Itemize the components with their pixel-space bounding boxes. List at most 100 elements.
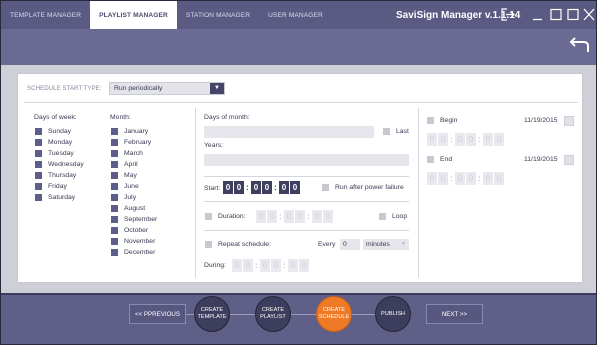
- checkbox-sunday[interactable]: Sunday: [35, 128, 71, 135]
- previous-button[interactable]: << PPREVIOUS: [129, 304, 186, 324]
- close-icon[interactable]: [583, 8, 595, 21]
- duration-second-digit-2[interactable]: 0: [323, 210, 333, 223]
- begin-second-digit-2[interactable]: 0: [494, 133, 504, 146]
- every-unit-select[interactable]: minutes ▼: [363, 239, 409, 250]
- checkbox-icon: [205, 241, 212, 248]
- start-second-digit-1[interactable]: 0: [279, 181, 289, 194]
- during-minute-digit-1[interactable]: 0: [260, 259, 270, 272]
- checkbox-monday[interactable]: Monday: [35, 139, 72, 146]
- start-hour-digit-2[interactable]: 0: [234, 181, 244, 194]
- maximize-icon[interactable]: [550, 8, 562, 21]
- step-create-schedule[interactable]: CREATE SCHEDULE: [316, 296, 352, 332]
- exit-icon[interactable]: [501, 8, 515, 21]
- during-hour-digit-1[interactable]: 0: [232, 259, 242, 272]
- start-second-digit-2[interactable]: 0: [290, 181, 300, 194]
- end-minute-digit-1[interactable]: 0: [455, 172, 465, 185]
- days-of-month-input[interactable]: [204, 126, 374, 138]
- checkbox-icon: [111, 183, 118, 190]
- checkbox-august[interactable]: August: [111, 205, 145, 212]
- schedule-start-type-select[interactable]: Run periodically ▼: [109, 82, 225, 95]
- checkbox-icon: [35, 161, 42, 168]
- checkbox-february[interactable]: February: [111, 139, 151, 146]
- checkbox-saturday[interactable]: Saturday: [35, 194, 75, 201]
- calendar-icon[interactable]: [564, 116, 574, 126]
- checkbox-run-after-power-failure[interactable]: Run after power failure: [322, 184, 404, 191]
- tab-user-manager[interactable]: USER MANAGER: [259, 1, 332, 29]
- maximize-icon-secondary[interactable]: [567, 8, 579, 21]
- checkbox-january[interactable]: January: [111, 128, 148, 135]
- checkbox-loop[interactable]: Loop: [379, 213, 407, 220]
- checkbox-label: October: [124, 227, 149, 234]
- step-create-template[interactable]: CREATE TEMPLATE: [194, 296, 230, 332]
- end-second-digit-1[interactable]: 0: [483, 172, 493, 185]
- checkbox-september[interactable]: September: [111, 216, 157, 223]
- schedule-start-type-label: SCHEDULE START TYPE:: [27, 85, 102, 92]
- duration-hour-digit-2[interactable]: 0: [267, 210, 277, 223]
- begin-hour-digit-2[interactable]: 0: [438, 133, 448, 146]
- checkbox-icon: [427, 117, 434, 124]
- end-second-digit-2[interactable]: 0: [494, 172, 504, 185]
- checkbox-last[interactable]: Last: [383, 128, 409, 135]
- end-minute-digit-2[interactable]: 0: [466, 172, 476, 185]
- checkbox-april[interactable]: April: [111, 161, 138, 168]
- checkbox-end[interactable]: End: [427, 156, 452, 163]
- checkbox-november[interactable]: November: [111, 238, 155, 245]
- checkbox-tuesday[interactable]: Tuesday: [35, 150, 74, 157]
- checkbox-label: February: [124, 139, 152, 146]
- duration-hour-digit-1[interactable]: 0: [256, 210, 266, 223]
- back-arrow-icon[interactable]: [568, 35, 590, 55]
- duration-minute-digit-2[interactable]: 0: [295, 210, 305, 223]
- every-input[interactable]: 0: [340, 239, 360, 250]
- tab-station-manager[interactable]: STATION MANAGER: [177, 1, 259, 29]
- duration-minute-digit-1[interactable]: 0: [284, 210, 294, 223]
- begin-minute-digit-1[interactable]: 0: [455, 133, 465, 146]
- checkbox-duration[interactable]: Duration:: [205, 213, 246, 220]
- end-hour-digit-1[interactable]: 0: [427, 172, 437, 185]
- start-minute-digit-2[interactable]: 0: [262, 181, 272, 194]
- checkbox-wednesday[interactable]: Wednesday: [35, 161, 84, 168]
- step-create-playlist[interactable]: CREATE PLAYLIST: [255, 296, 291, 332]
- during-second-digit-2[interactable]: 0: [299, 259, 309, 272]
- end-hour-digit-2[interactable]: 0: [438, 172, 448, 185]
- tab-playlist-manager[interactable]: PLAYLIST MANAGER: [90, 1, 177, 29]
- end-date-value[interactable]: 11/19/2015: [524, 156, 558, 163]
- checkbox-march[interactable]: March: [111, 150, 143, 157]
- begin-date-value[interactable]: 11/19/2015: [524, 117, 558, 124]
- checkbox-repeat-schedule[interactable]: Repeat schedule:: [205, 241, 271, 248]
- tab-template-manager[interactable]: TEMPLATE MANAGER: [1, 1, 90, 29]
- begin-second-digit-1[interactable]: 0: [483, 133, 493, 146]
- step-label: TEMPLATE: [197, 314, 227, 320]
- checkbox-july[interactable]: July: [111, 194, 136, 201]
- begin-minute-digit-2[interactable]: 0: [466, 133, 476, 146]
- start-time-label: Start:: [204, 185, 221, 192]
- duration-second-digit-1[interactable]: 0: [312, 210, 322, 223]
- during-hour-digit-2[interactable]: 0: [243, 259, 253, 272]
- checkbox-label: Loop: [392, 213, 408, 220]
- checkbox-friday[interactable]: Friday: [35, 183, 67, 190]
- checkbox-label: Duration:: [218, 213, 246, 220]
- checkbox-icon: [111, 161, 118, 168]
- next-button[interactable]: NEXT >>: [426, 304, 483, 324]
- years-input[interactable]: [204, 154, 409, 166]
- checkbox-may[interactable]: May: [111, 172, 137, 179]
- checkbox-december[interactable]: December: [111, 249, 155, 256]
- checkbox-begin[interactable]: Begin: [427, 117, 457, 124]
- start-minute-digit-1[interactable]: 0: [251, 181, 261, 194]
- during-second-digit-1[interactable]: 0: [288, 259, 298, 272]
- step-publish[interactable]: PUBLISH: [375, 296, 411, 332]
- time-separator: :: [478, 174, 481, 183]
- checkbox-june[interactable]: June: [111, 183, 139, 190]
- checkbox-label: Repeat schedule:: [218, 241, 271, 248]
- minimize-icon[interactable]: [532, 8, 543, 21]
- checkbox-october[interactable]: October: [111, 227, 148, 234]
- start-hour-digit-1[interactable]: 0: [223, 181, 233, 194]
- divider: [204, 230, 409, 231]
- checkbox-label: Wednesday: [48, 161, 84, 168]
- checkbox-label: Thursday: [48, 172, 77, 179]
- begin-hour-digit-1[interactable]: 0: [427, 133, 437, 146]
- checkbox-label: Friday: [48, 183, 67, 190]
- calendar-icon[interactable]: [564, 155, 574, 165]
- during-label: During:: [204, 262, 226, 269]
- during-minute-digit-2[interactable]: 0: [271, 259, 281, 272]
- checkbox-thursday[interactable]: Thursday: [35, 172, 76, 179]
